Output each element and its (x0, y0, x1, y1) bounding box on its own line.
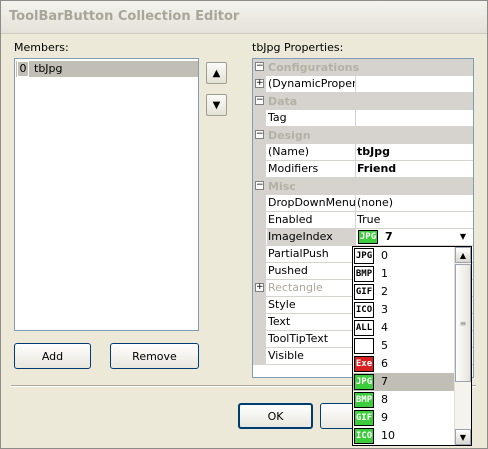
image-index-dropdown[interactable]: JPG 0 BMP 1 GIF 2 ICO 3 ALL 4 5 Exe 6 JPG 7 BMP 8 GIF 9 ICO… (352, 246, 472, 446)
dropdown-item[interactable]: ICO 3 (353, 301, 456, 319)
property-row-enabled[interactable]: Enabled True (253, 212, 473, 229)
grip-icon: ≡ (459, 318, 467, 328)
title-bar: ToolBarButton Collection Editor (1, 1, 487, 34)
property-row-name[interactable]: (Name) tbJpg (253, 144, 473, 161)
collapse-icon[interactable]: − (255, 181, 264, 190)
dropdown-item[interactable]: ALL 4 (353, 319, 456, 337)
property-row-modifiers[interactable]: Modifiers Friend (253, 161, 473, 178)
dropdown-item[interactable]: GIF 9 (353, 409, 456, 427)
expand-icon[interactable]: + (255, 283, 264, 292)
category-misc[interactable]: − Misc (253, 178, 473, 195)
dropdown-item-label: 9 (381, 411, 388, 424)
property-row-imageindex[interactable]: ImageIndex JPG 7 ▼ (253, 229, 473, 246)
scroll-down-button[interactable]: ▼ (455, 429, 471, 445)
properties-label: tbJpg Properties: (252, 41, 344, 54)
scroll-up-button[interactable]: ▲ (455, 247, 471, 263)
ok-button-label: OK (267, 409, 284, 423)
dropdown-arrow-icon[interactable]: ▼ (456, 230, 470, 244)
dropdown-item-label: 7 (381, 375, 388, 388)
collapse-icon[interactable]: − (255, 130, 264, 139)
collapse-icon[interactable]: − (255, 62, 264, 71)
jpg-image-icon: JPG (358, 230, 378, 244)
member-index: 0 (17, 61, 29, 77)
arrow-down-icon: ▼ (212, 99, 221, 111)
dropdown-item-label: 4 (381, 321, 388, 334)
image-thumbnail-icon: BMP (354, 392, 374, 408)
ok-button[interactable]: OK (238, 403, 313, 429)
members-list[interactable]: 0 tbJpg (14, 58, 199, 331)
image-thumbnail-icon: Exe (354, 356, 374, 372)
add-button[interactable]: Add (14, 343, 91, 369)
arrow-up-icon: ▲ (212, 67, 221, 79)
member-name: tbJpg (34, 62, 63, 75)
dropdown-item[interactable]: 5 (353, 337, 456, 355)
image-thumbnail-icon: ICO (354, 428, 374, 444)
imageindex-value[interactable]: JPG 7 ▼ (357, 229, 471, 245)
dropdown-scrollbar[interactable]: ▲ ≡ ▼ (454, 247, 471, 445)
expand-icon[interactable]: + (255, 79, 264, 88)
dropdown-item[interactable]: JPG 0 (353, 247, 456, 265)
image-thumbnail-icon: JPG (354, 374, 374, 390)
dropdown-item[interactable]: BMP 8 (353, 391, 456, 409)
image-thumbnail-icon: ICO (354, 302, 374, 318)
members-label: Members: (14, 41, 69, 54)
dropdown-item[interactable]: ICO 10 (353, 427, 456, 445)
dropdown-item[interactable]: JPG 7 (353, 373, 456, 391)
chevron-down-icon: ▼ (459, 432, 467, 442)
remove-button[interactable]: Remove (110, 343, 199, 369)
dropdown-item-label: 1 (381, 267, 388, 280)
collapse-icon[interactable]: − (255, 96, 264, 105)
property-row-dropdownmenu[interactable]: DropDownMenu (none) (253, 195, 473, 212)
scroll-thumb[interactable]: ≡ (455, 264, 471, 382)
move-down-button[interactable]: ▼ (206, 94, 227, 116)
add-button-label: Add (41, 349, 64, 363)
dropdown-item-label: 8 (381, 393, 388, 406)
dropdown-item-label: 5 (381, 339, 388, 352)
image-thumbnail-icon: ALL (354, 320, 374, 336)
image-thumbnail-icon: JPG (354, 248, 374, 264)
image-thumbnail-icon: GIF (354, 410, 374, 426)
chevron-up-icon: ▲ (459, 250, 467, 260)
dropdown-item-label: 6 (381, 357, 388, 370)
remove-button-label: Remove (132, 349, 177, 363)
category-configurations[interactable]: − Configurations (253, 59, 473, 76)
move-up-button[interactable]: ▲ (206, 62, 227, 84)
dropdown-item[interactable]: Exe 6 (353, 355, 456, 373)
property-row-dynamicproperties[interactable]: + (DynamicPropertie (253, 76, 473, 93)
dropdown-item-label: 3 (381, 303, 388, 316)
dropdown-item-label: 0 (381, 249, 388, 262)
dropdown-item[interactable]: GIF 2 (353, 283, 456, 301)
image-thumbnail-icon: GIF (354, 284, 374, 300)
dropdown-item-label: 2 (381, 285, 388, 298)
window-title: ToolBarButton Collection Editor (9, 9, 240, 24)
property-row-tag[interactable]: Tag (253, 110, 473, 127)
dropdown-item-label: 10 (381, 429, 395, 442)
dropdown-item[interactable]: BMP 1 (353, 265, 456, 283)
category-data[interactable]: − Data (253, 93, 473, 110)
image-thumbnail-icon: BMP (354, 266, 374, 282)
image-thumbnail-icon (354, 338, 374, 354)
category-design[interactable]: − Design (253, 127, 473, 144)
member-item[interactable]: 0 tbJpg (16, 61, 198, 77)
